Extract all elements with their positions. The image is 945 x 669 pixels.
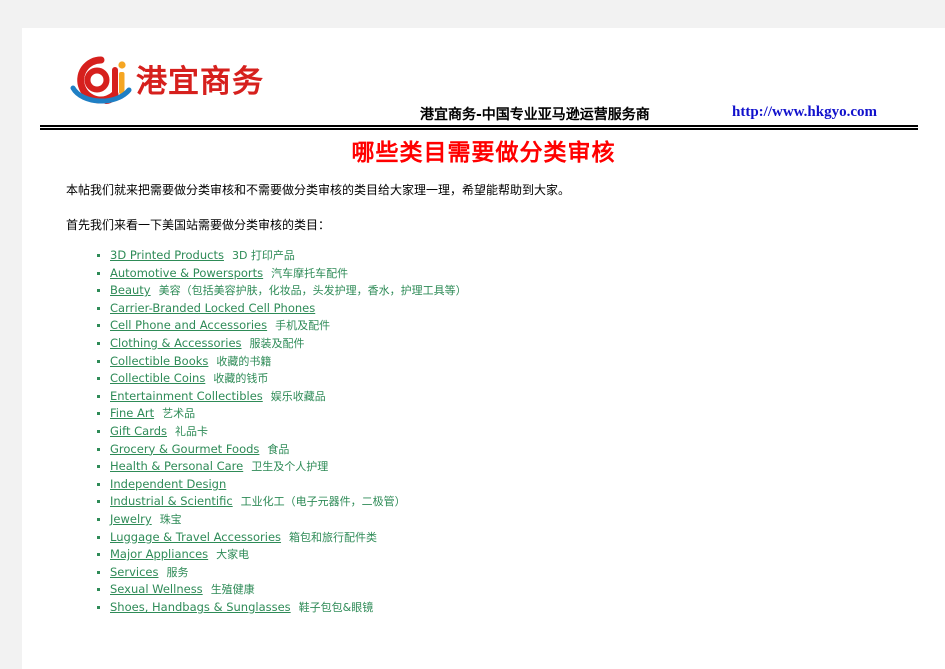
list-item: Independent Design [66,476,916,494]
category-translation: 箱包和旅行配件类 [289,530,378,544]
category-link[interactable]: Jewelry [110,512,152,526]
site-logo[interactable]: 港宜商务 [70,54,264,110]
category-link[interactable]: Entertainment Collectibles [110,389,263,403]
category-translation: 服务 [166,565,189,579]
category-translation: 生殖健康 [210,583,255,597]
category-translation: 收藏的钱币 [213,372,269,386]
category-link[interactable]: Independent Design [110,477,226,491]
category-translation: 食品 [267,442,290,456]
category-translation: 娱乐收藏品 [270,389,326,403]
category-link[interactable]: Gift Cards [110,424,167,438]
category-link[interactable]: Grocery & Gourmet Foods [110,442,259,456]
list-item: Beauty 美容（包括美容护肤，化妆品，头发护理，香水，护理工具等） [66,282,916,300]
category-link[interactable]: Shoes, Handbags & Sunglasses [110,600,291,614]
list-item: Shoes, Handbags & Sunglasses 鞋子包包&眼镜 [66,599,916,617]
page-header: 港宜商务 港宜商务-中国专业亚马逊运营服务商 http://www.hkgyo.… [22,28,945,130]
category-translation: 大家电 [216,548,250,562]
category-link[interactable]: Automotive & Powersports [110,266,263,280]
article-body: 本帖我们就来把需要做分类审核和不需要做分类审核的类目给大家理一理，希望能帮助到大… [66,183,916,616]
category-translation: 3D 打印产品 [231,249,295,262]
category-link[interactable]: Cell Phone and Accessories [110,318,267,332]
page-sheet: 港宜商务 港宜商务-中国专业亚马逊运营服务商 http://www.hkgyo.… [22,28,945,669]
site-url-link[interactable]: http://www.hkgyo.com [732,104,877,121]
list-item: Major Appliances 大家电 [66,546,916,564]
category-link[interactable]: Carrier-Branded Locked Cell Phones [110,301,315,315]
category-list: 3D Printed Products 3D 打印产品 Automotive & P… [66,247,916,616]
list-item: Entertainment Collectibles 娱乐收藏品 [66,388,916,406]
list-item: Jewelry 珠宝 [66,511,916,529]
list-item: Services 服务 [66,564,916,582]
category-translation: 珠宝 [159,512,182,526]
category-link[interactable]: Beauty [110,283,151,297]
category-link[interactable]: Services [110,565,159,579]
category-translation: 工业化工（电子元器件，二极管） [240,495,406,509]
category-link[interactable]: Collectible Books [110,354,208,368]
page-title: 哪些类目需要做分类审核 [351,140,616,166]
header-divider [40,125,918,130]
category-translation: 汽车摩托车配件 [271,266,349,280]
category-translation: 鞋子包包&眼镜 [298,600,374,614]
category-link[interactable]: Industrial & Scientific [110,494,233,508]
category-link[interactable]: Collectible Coins [110,371,205,385]
category-link[interactable]: Sexual Wellness [110,582,203,596]
list-item: Industrial & Scientific 工业化工（电子元器件，二极管） [66,493,916,511]
list-item: Health & Personal Care 卫生及个人护理 [66,458,916,476]
category-link[interactable]: Health & Personal Care [110,459,243,473]
category-link[interactable]: Luggage & Travel Accessories [110,530,281,544]
list-item: Cell Phone and Accessories 手机及配件 [66,317,916,335]
category-translation: 美容（包括美容护肤，化妆品，头发护理，香水，护理工具等） [158,284,467,298]
category-translation: 艺术品 [162,407,196,421]
header-tagline: 港宜商务-中国专业亚马逊运营服务商 [420,107,650,123]
intro-paragraph: 本帖我们就来把需要做分类审核和不需要做分类审核的类目给大家理一理，希望能帮助到大… [66,183,571,197]
category-link[interactable]: Major Appliances [110,547,208,561]
logo-text: 港宜商务 [136,63,264,100]
list-item: Sexual Wellness 生殖健康 [66,581,916,599]
category-translation: 手机及配件 [275,319,331,333]
category-link[interactable]: Clothing & Accessories [110,336,242,350]
list-item: Automotive & Powersports 汽车摩托车配件 [66,265,916,283]
category-translation: 收藏的书籍 [216,354,272,368]
category-link[interactable]: Fine Art [110,406,154,420]
list-item: Clothing & Accessories 服装及配件 [66,335,916,353]
list-item: Gift Cards 礼品卡 [66,423,916,441]
section-lead-paragraph: 首先我们来看一下美国站需要做分类审核的类目： [66,218,331,232]
category-translation: 礼品卡 [175,424,209,438]
list-item: Collectible Books 收藏的书籍 [66,353,916,371]
category-link[interactable]: 3D Printed Products [110,248,224,262]
list-item: Carrier-Branded Locked Cell Phones [66,300,916,318]
list-item: Fine Art 艺术品 [66,405,916,423]
list-item: 3D Printed Products 3D 打印产品 [66,247,916,265]
list-item: Grocery & Gourmet Foods 食品 [66,441,916,459]
document-content: 港宜商务 港宜商务-中国专业亚马逊运营服务商 http://www.hkgyo.… [22,28,945,669]
list-item: Collectible Coins 收藏的钱币 [66,370,916,388]
gyo-circle-logo-icon [70,54,132,110]
category-translation: 服装及配件 [249,336,305,350]
list-item: Luggage & Travel Accessories 箱包和旅行配件类 [66,529,916,547]
category-translation: 卫生及个人护理 [251,460,329,474]
